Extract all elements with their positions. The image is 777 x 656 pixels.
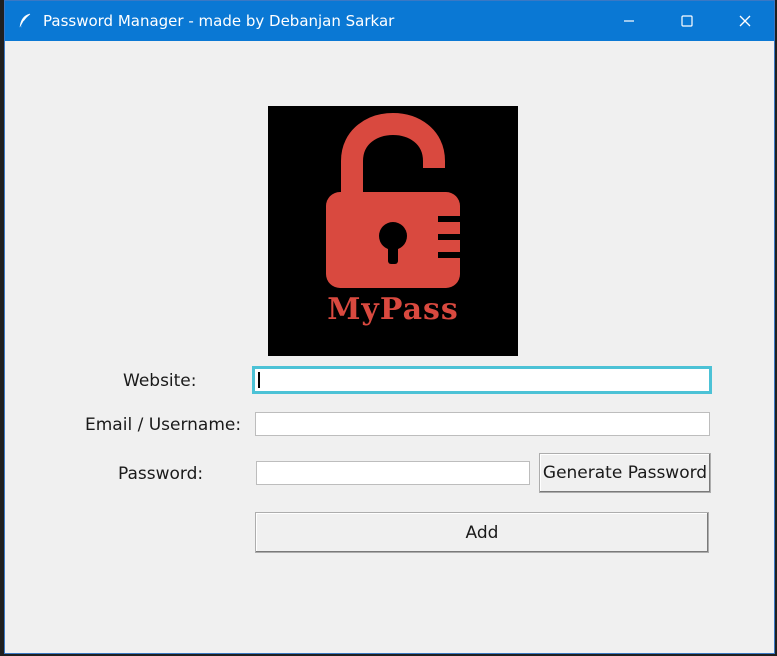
title-bar[interactable]: Password Manager - made by Debanjan Sark… bbox=[5, 1, 774, 41]
close-icon bbox=[739, 15, 751, 27]
window-controls bbox=[600, 1, 774, 41]
email-input[interactable] bbox=[255, 412, 710, 436]
website-input[interactable] bbox=[252, 366, 712, 394]
website-label: Website: bbox=[123, 371, 197, 391]
text-cursor bbox=[258, 372, 260, 388]
mypass-logo: MyPass bbox=[268, 106, 518, 356]
feather-icon bbox=[17, 13, 33, 29]
generate-password-button[interactable]: Generate Password bbox=[539, 453, 711, 493]
close-button[interactable] bbox=[716, 1, 774, 41]
password-label: Password: bbox=[118, 464, 204, 484]
add-button[interactable]: Add bbox=[255, 512, 709, 553]
email-label: Email / Username: bbox=[85, 415, 242, 435]
window-title: Password Manager - made by Debanjan Sark… bbox=[43, 12, 395, 30]
minimize-icon bbox=[624, 20, 634, 22]
maximize-button[interactable] bbox=[658, 1, 716, 41]
password-input[interactable] bbox=[256, 461, 530, 485]
app-window: Password Manager - made by Debanjan Sark… bbox=[4, 0, 775, 654]
logo-text: MyPass bbox=[327, 292, 459, 327]
maximize-icon bbox=[681, 15, 693, 27]
minimize-button[interactable] bbox=[600, 1, 658, 41]
